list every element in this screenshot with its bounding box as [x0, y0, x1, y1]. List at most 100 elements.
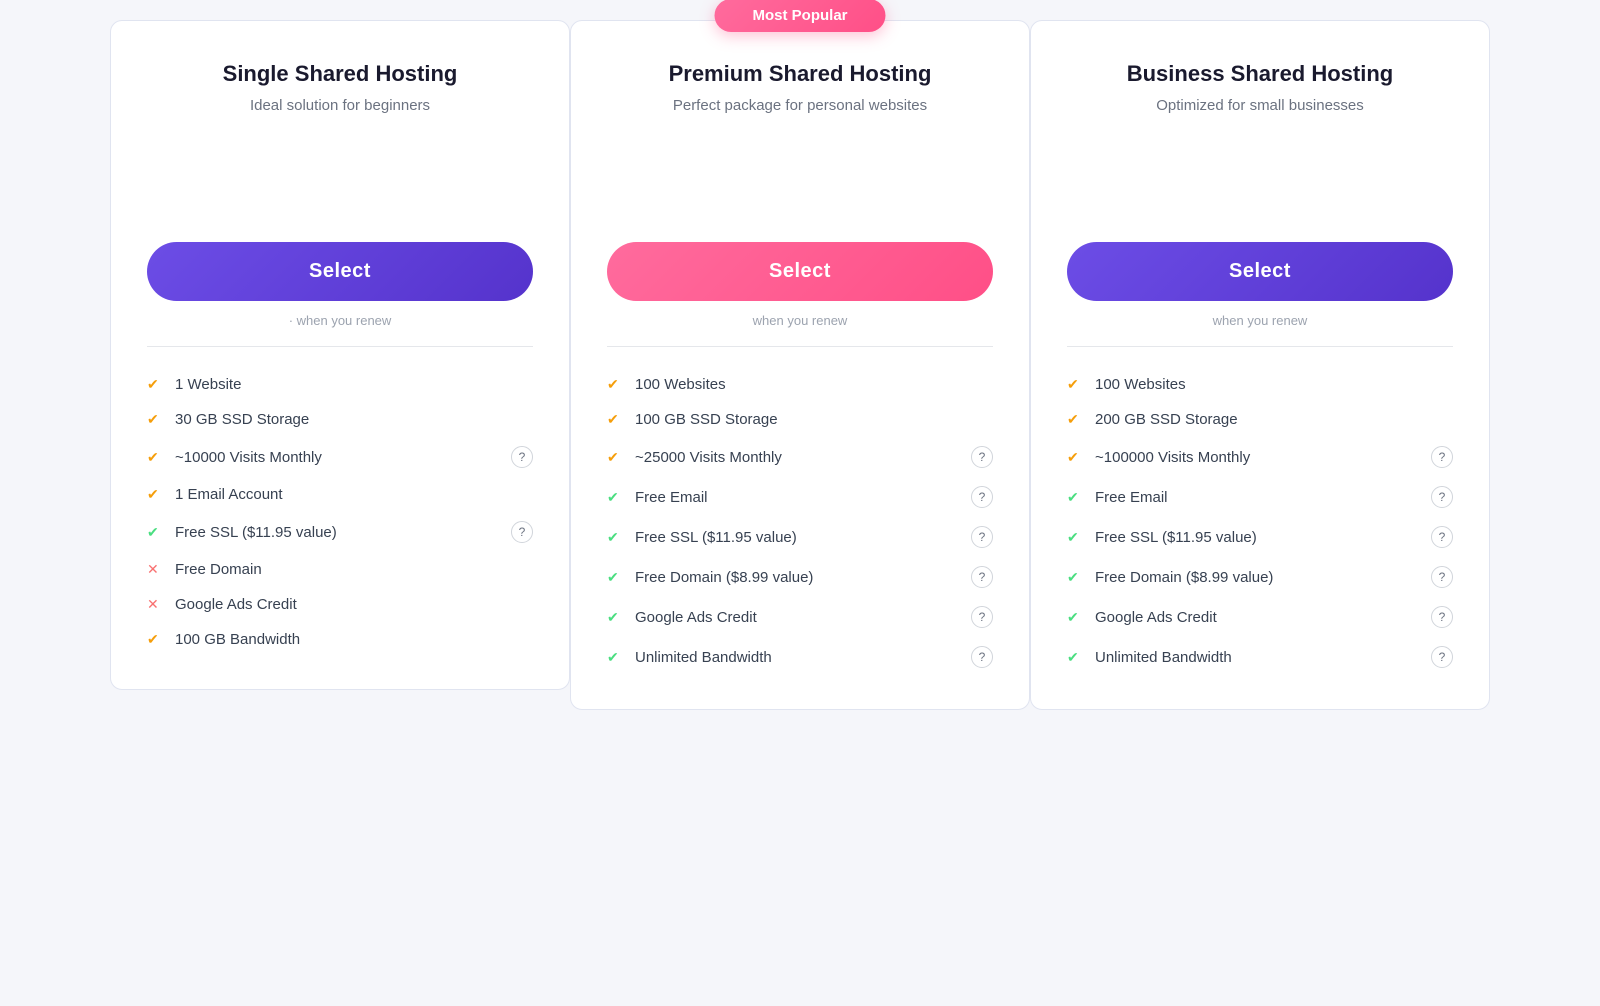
- feature-item: ✔ Free Email ?: [607, 477, 993, 517]
- feature-item: ✔ Free Email ?: [1067, 477, 1453, 517]
- feature-text: 100 Websites: [635, 376, 726, 393]
- check-green-icon: ✔: [607, 529, 625, 546]
- feature-item: ✔ Google Ads Credit ?: [607, 597, 993, 637]
- feature-list-business: ✔ 100 Websites ✔ 200 GB SSD Storage ✔ ~1…: [1067, 367, 1453, 677]
- cross-icon: ✕: [147, 561, 165, 578]
- feature-item: ✕ Google Ads Credit: [147, 587, 533, 622]
- info-icon[interactable]: ?: [971, 446, 993, 468]
- info-icon[interactable]: ?: [1431, 446, 1453, 468]
- feature-item: ✔ ~10000 Visits Monthly ?: [147, 437, 533, 477]
- feature-text: Unlimited Bandwidth: [1095, 649, 1232, 666]
- most-popular-badge: Most Popular: [714, 0, 885, 32]
- feature-text: ~10000 Visits Monthly: [175, 449, 322, 466]
- feature-text: Free Domain: [175, 561, 262, 578]
- info-icon[interactable]: ?: [1431, 526, 1453, 548]
- plan-subtitle-premium: Perfect package for personal websites: [607, 97, 993, 114]
- check-gold-icon: ✔: [607, 376, 625, 393]
- info-icon[interactable]: ?: [971, 486, 993, 508]
- feature-text: Google Ads Credit: [175, 596, 297, 613]
- info-icon[interactable]: ?: [511, 521, 533, 543]
- divider-single: [147, 346, 533, 347]
- select-button-business[interactable]: Select: [1067, 242, 1453, 301]
- feature-item: ✕ Free Domain: [147, 552, 533, 587]
- cross-icon: ✕: [147, 596, 165, 613]
- price-area-premium: [607, 144, 993, 224]
- feature-text: Free SSL ($11.95 value): [1095, 529, 1257, 546]
- check-gold-icon: ✔: [147, 411, 165, 428]
- feature-item: ✔ 100 Websites: [1067, 367, 1453, 402]
- plan-card-single: Single Shared Hosting Ideal solution for …: [110, 20, 570, 690]
- pricing-container: Single Shared Hosting Ideal solution for …: [110, 20, 1490, 710]
- feature-text: 30 GB SSD Storage: [175, 411, 309, 428]
- feature-item: ✔ ~100000 Visits Monthly ?: [1067, 437, 1453, 477]
- info-icon[interactable]: ?: [971, 606, 993, 628]
- feature-list-premium: ✔ 100 Websites ✔ 100 GB SSD Storage ✔ ~2…: [607, 367, 993, 677]
- feature-item: ✔ Unlimited Bandwidth ?: [607, 637, 993, 677]
- feature-item: ✔ Free Domain ($8.99 value) ?: [607, 557, 993, 597]
- info-icon[interactable]: ?: [1431, 646, 1453, 668]
- check-gold-icon: ✔: [147, 486, 165, 503]
- feature-item: ✔ Free SSL ($11.95 value) ?: [1067, 517, 1453, 557]
- feature-text: Google Ads Credit: [1095, 609, 1217, 626]
- feature-text: 1 Email Account: [175, 486, 283, 503]
- plan-card-premium: Most PopularPremium Shared HostingPerfec…: [570, 20, 1030, 710]
- check-green-icon: ✔: [1067, 609, 1085, 626]
- info-icon[interactable]: ?: [1431, 486, 1453, 508]
- info-icon[interactable]: ?: [971, 646, 993, 668]
- feature-item: ✔ Google Ads Credit ?: [1067, 597, 1453, 637]
- check-green-icon: ✔: [147, 524, 165, 541]
- check-gold-icon: ✔: [147, 631, 165, 648]
- plan-name-premium: Premium Shared Hosting: [607, 61, 993, 87]
- feature-item: ✔ 1 Website: [147, 367, 533, 402]
- price-area-single: [147, 144, 533, 224]
- feature-text: ~100000 Visits Monthly: [1095, 449, 1250, 466]
- feature-item: ✔ 1 Email Account: [147, 477, 533, 512]
- feature-text: Free Domain ($8.99 value): [635, 569, 813, 586]
- feature-text: Unlimited Bandwidth: [635, 649, 772, 666]
- feature-text: Google Ads Credit: [635, 609, 757, 626]
- renew-text-business: when you renew: [1067, 313, 1453, 328]
- feature-item: ✔ 200 GB SSD Storage: [1067, 402, 1453, 437]
- check-green-icon: ✔: [1067, 529, 1085, 546]
- feature-text: 100 GB Bandwidth: [175, 631, 300, 648]
- info-icon[interactable]: ?: [1431, 566, 1453, 588]
- plan-name-single: Single Shared Hosting: [147, 61, 533, 87]
- feature-text: Free Domain ($8.99 value): [1095, 569, 1273, 586]
- feature-item: ✔ 30 GB SSD Storage: [147, 402, 533, 437]
- check-green-icon: ✔: [1067, 569, 1085, 586]
- feature-item: ✔ 100 GB Bandwidth: [147, 622, 533, 657]
- info-icon[interactable]: ?: [511, 446, 533, 468]
- feature-text: ~25000 Visits Monthly: [635, 449, 782, 466]
- feature-text: 100 GB SSD Storage: [635, 411, 778, 428]
- plan-card-business: Business Shared Hosting Optimized for sma…: [1030, 20, 1490, 710]
- select-button-premium[interactable]: Select: [607, 242, 993, 301]
- select-button-single[interactable]: Select: [147, 242, 533, 301]
- info-icon[interactable]: ?: [971, 566, 993, 588]
- divider-premium: [607, 346, 993, 347]
- plan-subtitle-single: Ideal solution for beginners: [147, 97, 533, 114]
- feature-list-single: ✔ 1 Website ✔ 30 GB SSD Storage ✔ ~10000…: [147, 367, 533, 657]
- check-gold-icon: ✔: [607, 411, 625, 428]
- renew-text-premium: when you renew: [607, 313, 993, 328]
- check-gold-icon: ✔: [147, 449, 165, 466]
- feature-item: ✔ 100 Websites: [607, 367, 993, 402]
- check-green-icon: ✔: [1067, 489, 1085, 506]
- check-gold-icon: ✔: [1067, 376, 1085, 393]
- feature-item: ✔ ~25000 Visits Monthly ?: [607, 437, 993, 477]
- feature-text: Free Email: [1095, 489, 1168, 506]
- feature-text: Free SSL ($11.95 value): [635, 529, 797, 546]
- info-icon[interactable]: ?: [971, 526, 993, 548]
- feature-text: Free SSL ($11.95 value): [175, 524, 337, 541]
- feature-text: 200 GB SSD Storage: [1095, 411, 1238, 428]
- check-gold-icon: ✔: [1067, 411, 1085, 428]
- renew-text-single: · when you renew: [147, 313, 533, 328]
- feature-item: ✔ Free SSL ($11.95 value) ?: [607, 517, 993, 557]
- plan-name-business: Business Shared Hosting: [1067, 61, 1453, 87]
- feature-item: ✔ 100 GB SSD Storage: [607, 402, 993, 437]
- feature-item: ✔ Free Domain ($8.99 value) ?: [1067, 557, 1453, 597]
- feature-item: ✔ Free SSL ($11.95 value) ?: [147, 512, 533, 552]
- divider-business: [1067, 346, 1453, 347]
- check-green-icon: ✔: [607, 609, 625, 626]
- info-icon[interactable]: ?: [1431, 606, 1453, 628]
- plan-subtitle-business: Optimized for small businesses: [1067, 97, 1453, 114]
